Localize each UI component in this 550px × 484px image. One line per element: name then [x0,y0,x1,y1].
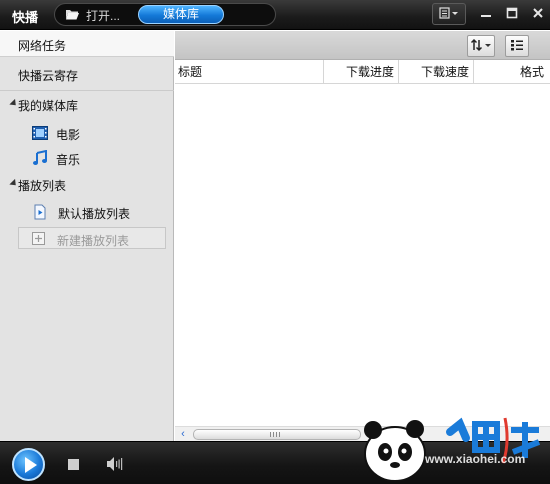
sidebar-item-network-tasks[interactable]: 网络任务 [0,31,174,57]
playlist-file-icon [32,204,48,220]
watermark-logo: www.xiaohei.com [355,412,550,484]
sidebar-item-movies[interactable]: 电影 [0,122,174,144]
column-header-title[interactable]: 标题 [175,60,324,84]
list-toolbar [175,31,550,60]
sidebar-item-label: 电影 [56,128,81,142]
task-table-header: 标题 下载进度 下载速度 格式 [175,60,550,84]
play-button[interactable] [12,448,45,481]
window-controls [432,3,550,27]
task-table-body[interactable] [175,85,550,426]
sidebar-item-label: 快播云寄存 [18,69,79,83]
section-media-library[interactable]: 我的媒体库 [0,93,174,115]
new-playlist-label: 新建播放列表 [57,234,130,248]
column-header-format[interactable]: 格式 [474,60,550,84]
close-icon [532,7,544,22]
speaker-icon [106,457,124,475]
close-button[interactable] [526,3,550,25]
view-mode-button[interactable] [505,35,529,57]
sidebar-item-default-playlist[interactable]: 默认播放列表 [0,201,174,223]
plus-icon [32,232,45,245]
sidebar-item-label: 音乐 [56,153,81,167]
grip-icon [270,432,282,437]
tab-open[interactable]: 打开... [65,6,120,24]
main-menu-button[interactable] [432,3,466,25]
scroll-left-arrow-icon[interactable]: ‹ [177,429,189,440]
panda-mascot-icon [364,417,541,482]
app-title: 快播 [12,10,39,25]
folder-open-icon [65,8,80,23]
menu-list-icon [438,6,460,23]
volume-button[interactable] [106,456,124,472]
section-playlists[interactable]: 播放列表 [0,173,174,195]
stop-button[interactable] [68,459,79,470]
mode-tab-group: 打开... 媒体库 [54,3,276,26]
minimize-button[interactable] [474,3,498,25]
watermark-url: www.xiaohei.com [425,452,526,466]
scrollbar-thumb[interactable] [193,429,361,440]
maximize-button[interactable] [500,3,524,25]
maximize-icon [506,7,518,22]
section-label: 我的媒体库 [18,99,79,113]
tab-open-label: 打开... [86,8,121,23]
sort-icon [470,38,492,55]
title-bar: 快播 打开... 媒体库 [0,0,550,30]
sidebar-item-label: 默认播放列表 [58,207,131,221]
tab-media-library[interactable]: 媒体库 [138,5,224,24]
new-playlist-button[interactable]: 新建播放列表 [18,227,166,249]
sidebar-item-music[interactable]: 音乐 [0,147,174,169]
section-label: 播放列表 [18,179,67,193]
music-note-icon [32,149,48,166]
column-header-progress[interactable]: 下载进度 [324,60,399,84]
list-view-icon [510,39,524,54]
sidebar-item-cloud-storage[interactable]: 快播云寄存 [0,61,174,87]
minimize-icon [480,7,492,22]
sidebar-divider [0,90,174,91]
sidebar-item-label: 网络任务 [18,39,67,53]
sidebar: 网络任务 快播云寄存 我的媒体库 电影 音乐 播放列表 默认播放列表 新建播放列… [0,31,174,441]
sort-button[interactable] [467,35,495,57]
play-icon [25,457,37,473]
film-icon [32,125,48,141]
tab-media-label: 媒体库 [162,7,199,21]
column-header-speed[interactable]: 下载速度 [399,60,474,84]
